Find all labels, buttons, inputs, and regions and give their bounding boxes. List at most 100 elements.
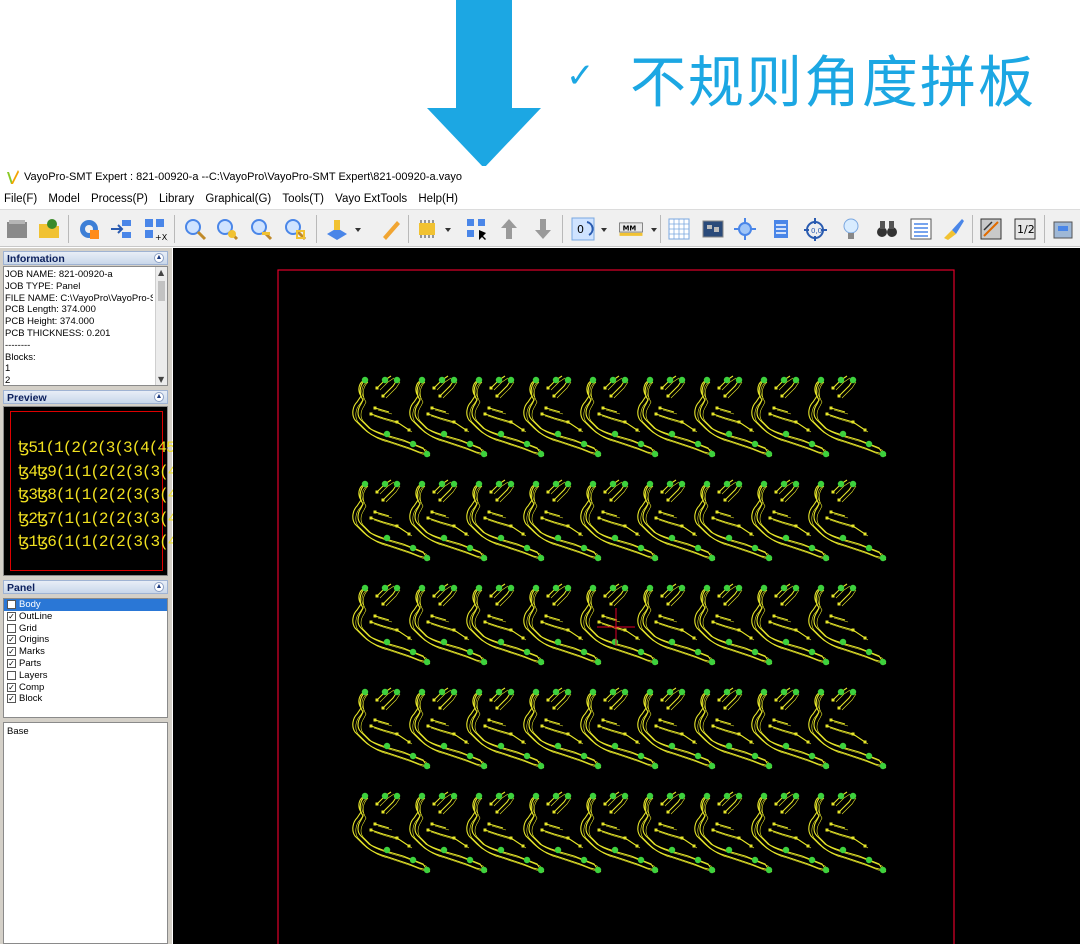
rotate-dropdown-icon[interactable] bbox=[598, 214, 610, 244]
panel-item-outline[interactable]: ✓ OutLine bbox=[4, 611, 167, 623]
binoculars-icon[interactable] bbox=[872, 214, 902, 244]
panel-item-grid[interactable]: Grid bbox=[4, 623, 167, 635]
settings-icon[interactable] bbox=[74, 214, 104, 244]
pencil-icon[interactable] bbox=[376, 214, 406, 244]
component bbox=[623, 420, 627, 424]
component bbox=[552, 706, 556, 710]
checkbox[interactable]: ✓ bbox=[7, 658, 16, 668]
down-icon[interactable] bbox=[528, 214, 558, 244]
pad bbox=[621, 376, 629, 384]
up-icon[interactable] bbox=[494, 214, 524, 244]
pad bbox=[383, 742, 391, 750]
menu-process[interactable]: Process(P) bbox=[87, 189, 152, 209]
collapse-icon[interactable]: ▲ bbox=[154, 582, 164, 592]
component bbox=[521, 636, 525, 640]
pad bbox=[450, 688, 458, 696]
measure-icon[interactable]: 0,0 bbox=[800, 214, 830, 244]
panel-item-parts[interactable]: ✓ Parts bbox=[4, 658, 167, 670]
component bbox=[483, 828, 487, 832]
collapse-icon[interactable]: ▲ bbox=[154, 392, 164, 402]
svg-text:1/2: 1/2 bbox=[1017, 223, 1035, 236]
checkbox[interactable]: ✓ bbox=[7, 694, 16, 704]
target-icon[interactable] bbox=[730, 214, 760, 244]
swap-icon[interactable] bbox=[766, 214, 796, 244]
grid-xy-icon[interactable]: +X,Y bbox=[140, 214, 170, 244]
layer-dropdown-icon[interactable] bbox=[352, 214, 364, 244]
flow-icon[interactable] bbox=[106, 214, 136, 244]
preview-box[interactable]: ꜩ51(1(2(2(3(3(4(45 ꜩ4ꜩ9(1(1(2(2(3(3(44 ꜩ… bbox=[3, 406, 186, 576]
base-box[interactable]: Base bbox=[3, 722, 168, 944]
compare-icon[interactable] bbox=[976, 214, 1006, 244]
component bbox=[825, 724, 829, 728]
zoom-fit-icon[interactable] bbox=[280, 214, 310, 244]
menu-tools[interactable]: Tools(T) bbox=[278, 189, 328, 209]
menu-model[interactable]: Model bbox=[44, 189, 83, 209]
component bbox=[831, 698, 835, 702]
menu-graphical[interactable]: Graphical(G) bbox=[201, 189, 275, 209]
panel-item-origins[interactable]: ✓ Origins bbox=[4, 634, 167, 646]
checkbox[interactable]: ✓ bbox=[7, 611, 16, 621]
unit-icon[interactable]: MM bbox=[614, 214, 648, 244]
component bbox=[609, 498, 613, 502]
unit-dropdown-icon[interactable] bbox=[648, 214, 660, 244]
panel-item-marks[interactable]: ✓ Marks bbox=[4, 646, 167, 658]
menu-vayo-exttools[interactable]: Vayo ExtTools bbox=[331, 189, 411, 209]
component bbox=[837, 498, 841, 502]
panel-item-comp[interactable]: ✓ Comp bbox=[4, 682, 167, 694]
pad bbox=[651, 658, 659, 666]
zoom-icon[interactable] bbox=[180, 214, 210, 244]
checkbox[interactable]: ✓ bbox=[7, 647, 16, 657]
rotate-icon[interactable]: 0 bbox=[568, 214, 598, 244]
preview-header[interactable]: Preview ▲ bbox=[3, 390, 168, 404]
scroll-thumb[interactable] bbox=[158, 281, 165, 301]
checkbox[interactable] bbox=[7, 623, 16, 633]
information-box[interactable]: JOB NAME: 821-00920-a JOB TYPE: Panel FI… bbox=[3, 266, 168, 386]
info-scrollbar[interactable]: ▲ ▼ bbox=[155, 267, 167, 385]
panel-item-layers[interactable]: Layers bbox=[4, 670, 167, 682]
pcb-canvas[interactable] bbox=[173, 248, 1080, 944]
component bbox=[692, 428, 696, 432]
pad bbox=[523, 648, 531, 656]
pcb-block bbox=[409, 479, 488, 562]
pad bbox=[780, 584, 788, 592]
checkbox[interactable] bbox=[7, 670, 16, 680]
zoom-in-icon[interactable] bbox=[212, 214, 242, 244]
folder-icon[interactable] bbox=[34, 214, 64, 244]
open-icon[interactable] bbox=[2, 214, 32, 244]
checkbox[interactable] bbox=[7, 600, 16, 609]
menu-file[interactable]: File(F) bbox=[0, 189, 41, 209]
information-header[interactable]: Information ▲ bbox=[3, 251, 168, 265]
pad bbox=[694, 856, 702, 864]
chip-dropdown-icon[interactable] bbox=[442, 214, 454, 244]
collapse-icon[interactable]: ▲ bbox=[154, 253, 164, 263]
component bbox=[658, 822, 662, 826]
menu-library[interactable]: Library bbox=[155, 189, 198, 209]
layer-icon[interactable] bbox=[322, 214, 352, 244]
info-line: PCB Height: 374.000 bbox=[5, 316, 95, 328]
menu-help[interactable]: Help(H) bbox=[414, 189, 462, 209]
pad bbox=[507, 688, 515, 696]
brush-icon[interactable] bbox=[938, 214, 968, 244]
pcb-drawing[interactable] bbox=[173, 248, 1080, 944]
machine-icon[interactable] bbox=[1048, 214, 1078, 244]
half-icon[interactable]: 1/2 bbox=[1010, 214, 1040, 244]
panel-item-block[interactable]: ✓ Block bbox=[4, 693, 167, 705]
bulb-icon[interactable] bbox=[836, 214, 866, 244]
component bbox=[407, 428, 411, 432]
checkbox[interactable]: ✓ bbox=[7, 635, 16, 645]
panel-header[interactable]: Panel ▲ bbox=[3, 580, 168, 594]
grid-icon[interactable] bbox=[664, 214, 694, 244]
component bbox=[373, 406, 377, 410]
list-icon[interactable] bbox=[906, 214, 936, 244]
pad bbox=[361, 584, 369, 592]
panel-item-body[interactable]: Body bbox=[4, 599, 167, 611]
checkbox[interactable]: ✓ bbox=[7, 682, 16, 692]
pad bbox=[792, 584, 800, 592]
chip-icon[interactable] bbox=[412, 214, 442, 244]
zoom-out-icon[interactable] bbox=[246, 214, 276, 244]
board-icon[interactable] bbox=[698, 214, 728, 244]
scroll-up-icon[interactable]: ▲ bbox=[158, 268, 164, 277]
toolbar: +X,Y 0 MM 0,0 1/2 bbox=[0, 209, 1080, 247]
select-icon[interactable] bbox=[462, 214, 492, 244]
scroll-down-icon[interactable]: ▼ bbox=[158, 375, 164, 384]
